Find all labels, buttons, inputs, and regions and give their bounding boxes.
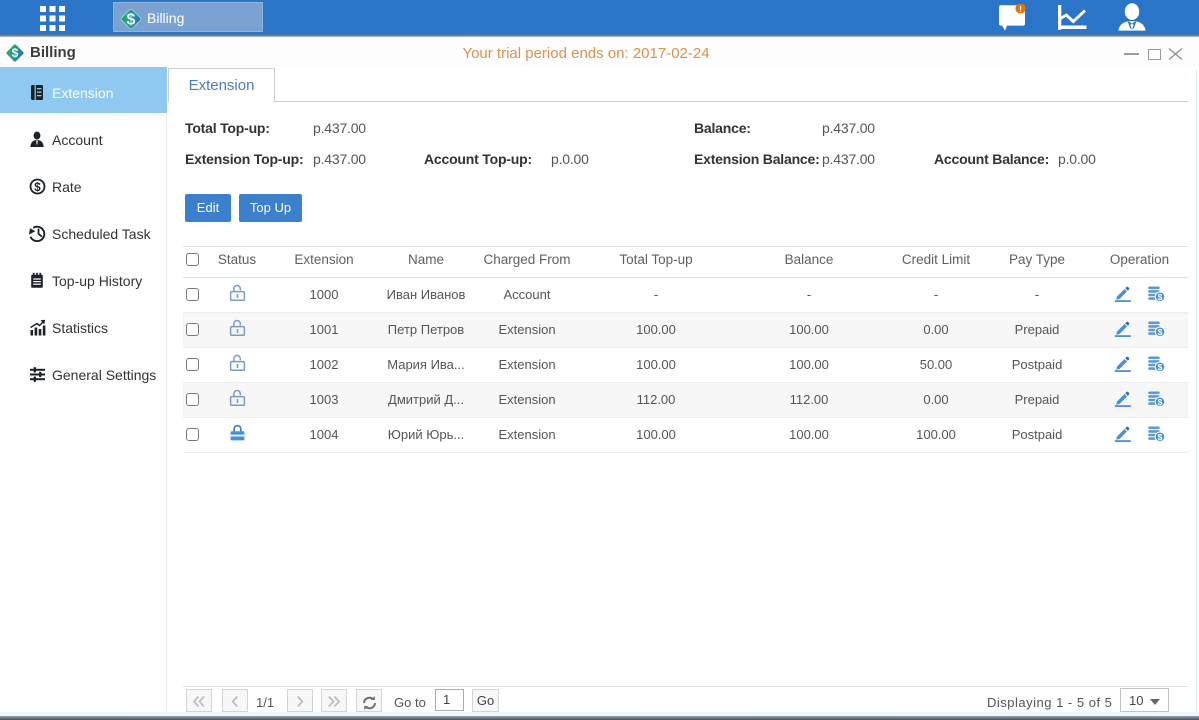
svg-text:$: $ [1157, 327, 1162, 337]
svg-text:$: $ [1157, 432, 1162, 442]
svg-text:$: $ [1157, 292, 1162, 302]
svg-text:$: $ [127, 12, 136, 29]
svg-text:$: $ [34, 182, 41, 194]
svg-text:$: $ [1157, 362, 1162, 372]
svg-text:$: $ [1157, 397, 1162, 407]
svg-text:!: ! [1019, 4, 1022, 14]
